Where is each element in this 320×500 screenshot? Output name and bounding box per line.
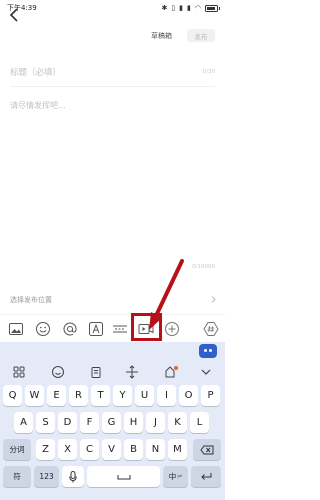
chevron-left-icon [9,8,18,22]
drafts-button[interactable]: 草稿箱 [151,31,172,41]
divider-icon [113,325,127,333]
body-char-counter: 0/10000 [192,264,215,270]
key-a[interactable]: A [14,412,33,433]
key-i[interactable]: I [157,385,176,406]
backspace-icon [200,445,214,454]
status-icons: ✱ ▯ ▮ ▮ ◠ [161,4,220,12]
key-z[interactable]: Z [36,439,55,460]
microphone-icon [69,470,77,482]
status-bar: 下午4:39 ✱ ▯ ▮ ▮ ◠ [0,0,225,16]
battery-icon [205,4,220,12]
text-format-tool-button[interactable] [88,321,104,337]
emoji-tool-button[interactable] [35,321,51,337]
text-format-icon [89,322,103,336]
key-y[interactable]: Y [113,385,132,406]
mention-tool-button[interactable] [62,321,78,337]
add-tool-button[interactable] [164,321,180,337]
space-icon [117,474,130,479]
image-tool-button[interactable] [8,321,24,337]
chevron-right-icon [211,296,216,303]
cursor-move-icon[interactable] [125,365,139,379]
key-h[interactable]: H [124,412,143,433]
vibrate-icon: ▯ [171,4,176,12]
keyboard-top-strip [0,342,225,358]
key-e[interactable]: E [47,385,66,406]
divider [10,86,215,87]
key-p[interactable]: P [201,385,220,406]
key-b[interactable]: B [124,439,143,460]
post-editor-screen: 下午4:39 ✱ ▯ ▮ ▮ ◠ 草稿箱 发布 标题（必填） 0/30 请尽情发… [0,0,225,500]
backspace-key[interactable] [193,439,221,460]
key-l[interactable]: L [190,412,209,433]
add-icon [165,322,179,336]
numbers-key[interactable]: 123 [34,466,59,487]
key-segment[interactable]: 分词 [3,439,31,460]
key-x[interactable]: X [58,439,77,460]
key-d[interactable]: D [58,412,77,433]
at-icon [63,322,77,336]
language-switch-indicator: ⇌ [177,473,183,480]
wifi-icon: ◠ [194,4,201,12]
emoji-icon [36,322,50,336]
signal-icon: ▮ [187,4,191,12]
key-w[interactable]: W [25,385,44,406]
language-switch-key[interactable]: 中 ⇌ [163,466,188,487]
notification-dot [174,366,178,370]
key-v[interactable]: V [102,439,121,460]
key-q[interactable]: Q [3,385,22,406]
key-g[interactable]: G [102,412,121,433]
space-key[interactable] [87,466,160,487]
keyboard-mascot-icon[interactable] [199,344,217,358]
key-o[interactable]: O [179,385,198,406]
keyboard-tool-row [0,362,225,382]
soft-keyboard: Q W E R T Y U I O P A S D F G H J K L 分词… [0,342,225,500]
symbols-key[interactable]: 符 [3,466,31,487]
title-input[interactable]: 标题（必填） [10,66,61,78]
language-label: 中 [168,472,177,481]
bluetooth-icon: ✱ [161,4,168,12]
location-label: 选择发布位置 [10,296,52,304]
key-f[interactable]: F [80,412,99,433]
enter-key[interactable] [191,466,221,487]
publish-button[interactable]: 发布 [187,29,215,42]
location-selector[interactable]: 选择发布位置 [0,289,225,309]
enter-icon [201,473,212,480]
key-m[interactable]: M [168,439,187,460]
key-s[interactable]: S [36,412,55,433]
title-char-counter: 0/30 [202,69,215,75]
key-c[interactable]: C [80,439,99,460]
hashtag-icon [203,322,219,336]
divider-tool-button[interactable] [112,321,128,337]
key-t[interactable]: T [91,385,110,406]
image-icon [9,323,23,335]
body-input[interactable]: 请尽情发挥吧... [10,100,66,111]
microphone-key[interactable] [62,466,84,487]
clipboard-icon[interactable] [89,365,103,379]
grid-icon[interactable] [12,365,26,379]
key-k[interactable]: K [168,412,187,433]
editor-toolbar [0,314,225,342]
hashtag-tool-button[interactable] [203,321,219,337]
back-button[interactable] [8,7,22,23]
key-n[interactable]: N [146,439,165,460]
key-r[interactable]: R [69,385,88,406]
key-j[interactable]: J [146,412,165,433]
key-u[interactable]: U [135,385,154,406]
emoji-icon[interactable] [51,365,65,379]
collapse-icon[interactable] [199,365,213,379]
highlight-annotation-box [131,313,162,341]
signal-icon: ▮ [179,4,184,12]
